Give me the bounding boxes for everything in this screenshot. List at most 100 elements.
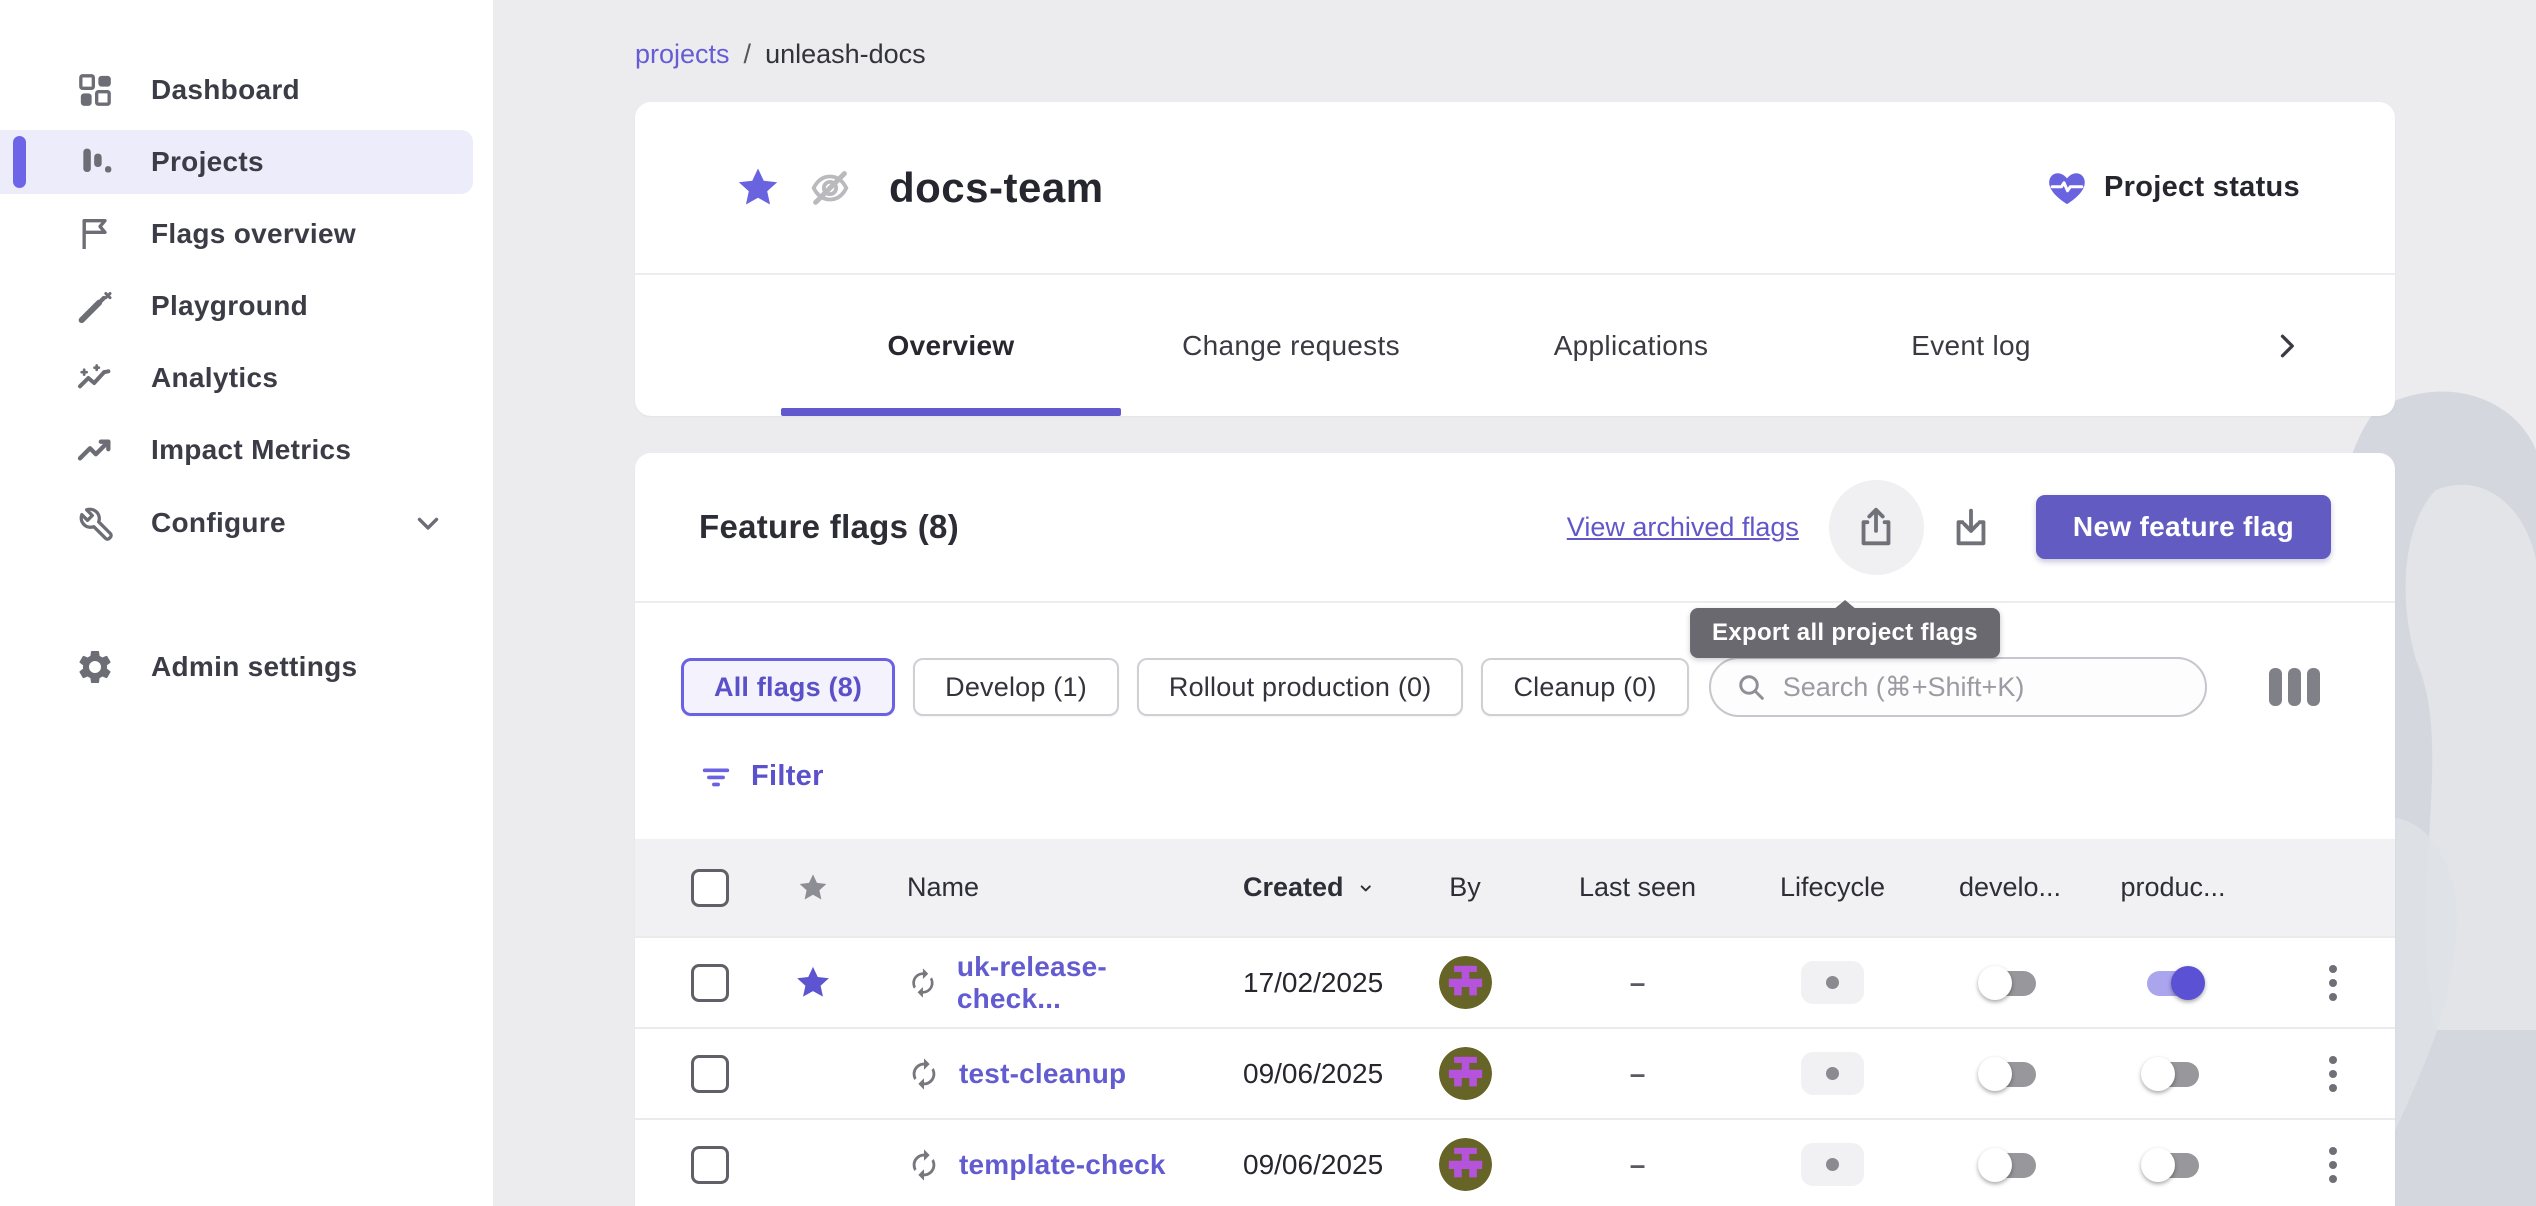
lifecycle-dot-icon — [1826, 1158, 1839, 1171]
trending-up-icon — [75, 430, 115, 470]
production-toggle[interactable] — [2141, 963, 2205, 1003]
row-checkbox[interactable] — [691, 964, 729, 1002]
sidebar-item-admin-settings[interactable]: Admin settings — [0, 635, 473, 699]
lifecycle-badge[interactable] — [1801, 1143, 1864, 1186]
search-icon — [1735, 671, 1767, 703]
sync-icon — [907, 1057, 941, 1091]
lifecycle-badge[interactable] — [1801, 1052, 1864, 1095]
develop-toggle[interactable] — [1978, 963, 2042, 1003]
created-date: 09/06/2025 — [1195, 1149, 1375, 1181]
columns-icon[interactable] — [2269, 668, 2321, 706]
tab-applications[interactable]: Applications — [1461, 275, 1801, 416]
row-checkbox[interactable] — [691, 1055, 729, 1093]
sidebar-item-label: Flags overview — [151, 218, 356, 250]
table-header-row: Name Created By Last seen Lifecycle deve… — [635, 839, 2395, 936]
wrench-icon — [75, 503, 115, 543]
avatar — [1439, 1138, 1492, 1191]
row-menu-kebab-icon[interactable] — [2321, 957, 2345, 1009]
view-archived-flags-link[interactable]: View archived flags — [1567, 512, 1799, 543]
column-header-by[interactable]: By — [1375, 872, 1555, 903]
production-toggle[interactable] — [2141, 1145, 2205, 1185]
flag-name-link[interactable]: test-cleanup — [959, 1058, 1126, 1090]
row-favorite-star-icon[interactable] — [785, 964, 840, 1002]
created-date: 17/02/2025 — [1195, 967, 1375, 999]
breadcrumb: projects / unleash-docs — [635, 34, 2395, 74]
gear-icon — [75, 647, 115, 687]
sync-icon — [907, 1148, 941, 1182]
row-checkbox[interactable] — [691, 1146, 729, 1184]
chevron-down-icon — [411, 506, 445, 540]
favorite-star-icon[interactable] — [735, 165, 781, 211]
sidebar-item-flags-overview[interactable]: Flags overview — [0, 202, 473, 266]
row-menu-kebab-icon[interactable] — [2321, 1139, 2345, 1191]
sidebar-item-analytics[interactable]: Analytics — [0, 346, 473, 410]
sidebar-item-dashboard[interactable]: Dashboard — [0, 58, 473, 122]
develop-toggle[interactable] — [1978, 1145, 2042, 1185]
sidebar-item-impact-metrics[interactable]: Impact Metrics — [0, 418, 473, 482]
breadcrumb-separator: / — [744, 39, 752, 70]
dashboard-icon — [75, 70, 115, 110]
search-input[interactable] — [1783, 672, 2181, 703]
breadcrumb-current: unleash-docs — [765, 39, 926, 70]
flag-name-link[interactable]: uk-release-check... — [957, 951, 1195, 1015]
import-flags-button[interactable] — [1936, 492, 2006, 562]
lifecycle-badge[interactable] — [1801, 961, 1864, 1004]
filter-button[interactable]: Filter — [635, 759, 895, 793]
main-content: projects / unleash-docs docs-team — [493, 0, 2536, 1206]
chip-develop[interactable]: Develop (1) — [913, 658, 1119, 716]
feature-flags-header: Feature flags (8) View archived flags Ne… — [635, 453, 2395, 603]
import-icon — [1948, 504, 1994, 550]
chip-all-flags[interactable]: All flags (8) — [681, 658, 895, 716]
lifecycle-dot-icon — [1826, 1067, 1839, 1080]
flag-search — [1709, 657, 2207, 717]
tab-change-requests[interactable]: Change requests — [1121, 275, 1461, 416]
tab-overview[interactable]: Overview — [781, 275, 1121, 416]
production-toggle[interactable] — [2141, 1054, 2205, 1094]
column-header-last-seen[interactable]: Last seen — [1555, 872, 1720, 903]
column-header-production[interactable]: produc... — [2075, 872, 2271, 903]
flag-name-link[interactable]: template-check — [959, 1149, 1166, 1181]
feature-flags-actions: View archived flags New feature flag — [1567, 480, 2331, 575]
project-card: docs-team Project status Overview Change… — [635, 102, 2395, 416]
select-all-checkbox[interactable] — [691, 869, 729, 907]
row-menu-kebab-icon[interactable] — [2321, 1048, 2345, 1100]
column-header-develop[interactable]: develo... — [1945, 872, 2075, 903]
tab-event-log[interactable]: Event log — [1801, 275, 2141, 416]
export-icon — [1853, 504, 1899, 550]
new-feature-flag-button[interactable]: New feature flag — [2036, 495, 2331, 559]
table-row: template-check 09/06/2025 – — [635, 1118, 2395, 1206]
avatar — [1439, 956, 1492, 1009]
last-seen-value: – — [1555, 967, 1720, 999]
project-status-button[interactable]: Project status — [2046, 167, 2300, 209]
sidebar-item-label: Playground — [151, 290, 308, 322]
sidebar-item-configure[interactable]: Configure — [0, 491, 473, 555]
tabs-overflow-chevron-right-icon[interactable] — [2269, 275, 2305, 416]
project-tabs: Overview Change requests Applications Ev… — [635, 273, 2395, 416]
column-header-created[interactable]: Created — [1195, 872, 1375, 903]
last-seen-value: – — [1555, 1149, 1720, 1181]
column-header-lifecycle[interactable]: Lifecycle — [1720, 872, 1945, 903]
sidebar-item-label: Analytics — [151, 362, 278, 394]
filter-icon — [699, 759, 733, 793]
develop-toggle[interactable] — [1978, 1054, 2042, 1094]
app-root: Dashboard Projects Flags overview Playgr… — [0, 0, 2536, 1206]
wand-icon — [75, 286, 115, 326]
chip-rollout-production[interactable]: Rollout production (0) — [1137, 658, 1464, 716]
favorite-column-star-icon[interactable] — [785, 872, 840, 904]
breadcrumb-projects-link[interactable]: projects — [635, 39, 730, 70]
project-header: docs-team Project status — [635, 102, 2395, 273]
table-row: test-cleanup 09/06/2025 – — [635, 1027, 2395, 1118]
sidebar-item-playground[interactable]: Playground — [0, 274, 473, 338]
avatar — [1439, 1047, 1492, 1100]
column-header-name[interactable]: Name — [840, 872, 1195, 903]
chip-cleanup[interactable]: Cleanup (0) — [1481, 658, 1688, 716]
sidebar-item-label: Dashboard — [151, 74, 300, 106]
sidebar-item-projects[interactable]: Projects — [0, 130, 473, 194]
export-flags-button[interactable] — [1829, 480, 1924, 575]
feature-flags-table: Name Created By Last seen Lifecycle deve… — [635, 839, 2395, 1206]
flag-icon — [75, 214, 115, 254]
lifecycle-filter-chips: All flags (8) Develop (1) Rollout produc… — [635, 657, 2395, 717]
sort-chevron-down-icon — [1356, 875, 1375, 901]
sidebar-item-label: Projects — [151, 146, 264, 178]
heart-pulse-icon — [2046, 167, 2088, 209]
